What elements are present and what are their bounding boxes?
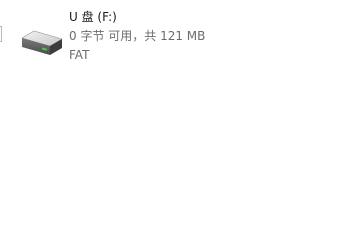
- partial-checkbox[interactable]: [0, 26, 2, 42]
- drive-name: U 盘 (F:): [69, 10, 117, 24]
- removable-drive-icon: [21, 30, 63, 55]
- explorer-content-area: U 盘 (F:) 0 字节 可用，共 121 MB FAT: [0, 0, 337, 240]
- drive-filesystem: FAT: [69, 48, 90, 62]
- drive-text-block: U 盘 (F:) 0 字节 可用，共 121 MB FAT: [69, 8, 214, 65]
- drive-tile-f[interactable]: U 盘 (F:) 0 字节 可用，共 121 MB FAT: [14, 4, 214, 62]
- drive-free-space: 0 字节 可用，共 121 MB: [69, 29, 206, 43]
